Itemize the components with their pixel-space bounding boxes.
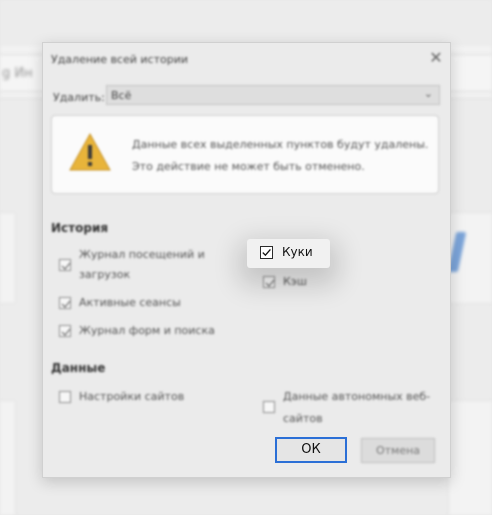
cancel-button[interactable]: Отмена <box>361 438 435 463</box>
warning-text-line2: Это действие не может быть отменено. <box>132 160 365 173</box>
active-sessions-label: Активные сеансы <box>79 296 181 309</box>
ok-button[interactable]: ОК <box>275 437 347 463</box>
history-visits-label-line1: Журнал посещений и <box>79 248 205 261</box>
offline-data-label-line1: Данные автономных веб- <box>283 390 431 403</box>
site-settings-label: Настройки сайтов <box>79 390 185 403</box>
cookies-label: Куки <box>282 245 313 259</box>
dialog-title-bar: Удаление всей истории ✕ <box>43 43 450 75</box>
offline-data-label-line2: сайтов <box>283 412 323 425</box>
checkmark-icon <box>61 300 71 308</box>
time-range-value: Всё <box>111 89 132 102</box>
cookies-option-highlight[interactable]: Куки <box>247 239 330 268</box>
checkmark-icon <box>265 279 275 287</box>
history-visits-label-line2: загрузок <box>79 268 131 281</box>
warning-icon <box>69 132 111 171</box>
chevron-down-icon: ⌄ <box>423 87 433 100</box>
warning-box: Данные всех выделенных пунктов будут уда… <box>51 115 439 194</box>
history-section-title: История <box>51 221 109 235</box>
active-sessions-checkbox[interactable] <box>59 297 71 309</box>
warning-text-line1: Данные всех выделенных пунктов будут уда… <box>132 138 429 151</box>
cache-label: Кэш <box>283 275 307 288</box>
offline-data-checkbox[interactable] <box>263 401 275 413</box>
checkmark-icon <box>61 328 71 336</box>
close-icon[interactable]: ✕ <box>427 49 445 67</box>
dialog-title: Удаление всей истории <box>51 53 189 66</box>
data-section-title: Данные <box>51 361 106 375</box>
history-visits-checkbox[interactable] <box>59 259 71 271</box>
checkmark-icon <box>61 262 71 270</box>
form-history-label: Журнал форм и поиска <box>79 324 215 337</box>
time-range-label: Удалить: <box>53 91 105 104</box>
checkmark-icon <box>262 248 271 257</box>
form-history-checkbox[interactable] <box>59 325 71 337</box>
site-settings-checkbox[interactable] <box>59 391 71 403</box>
checkbox-checked-icon[interactable] <box>260 246 273 259</box>
time-range-select[interactable]: Всё ⌄ <box>106 85 440 105</box>
cache-checkbox[interactable] <box>263 276 275 288</box>
